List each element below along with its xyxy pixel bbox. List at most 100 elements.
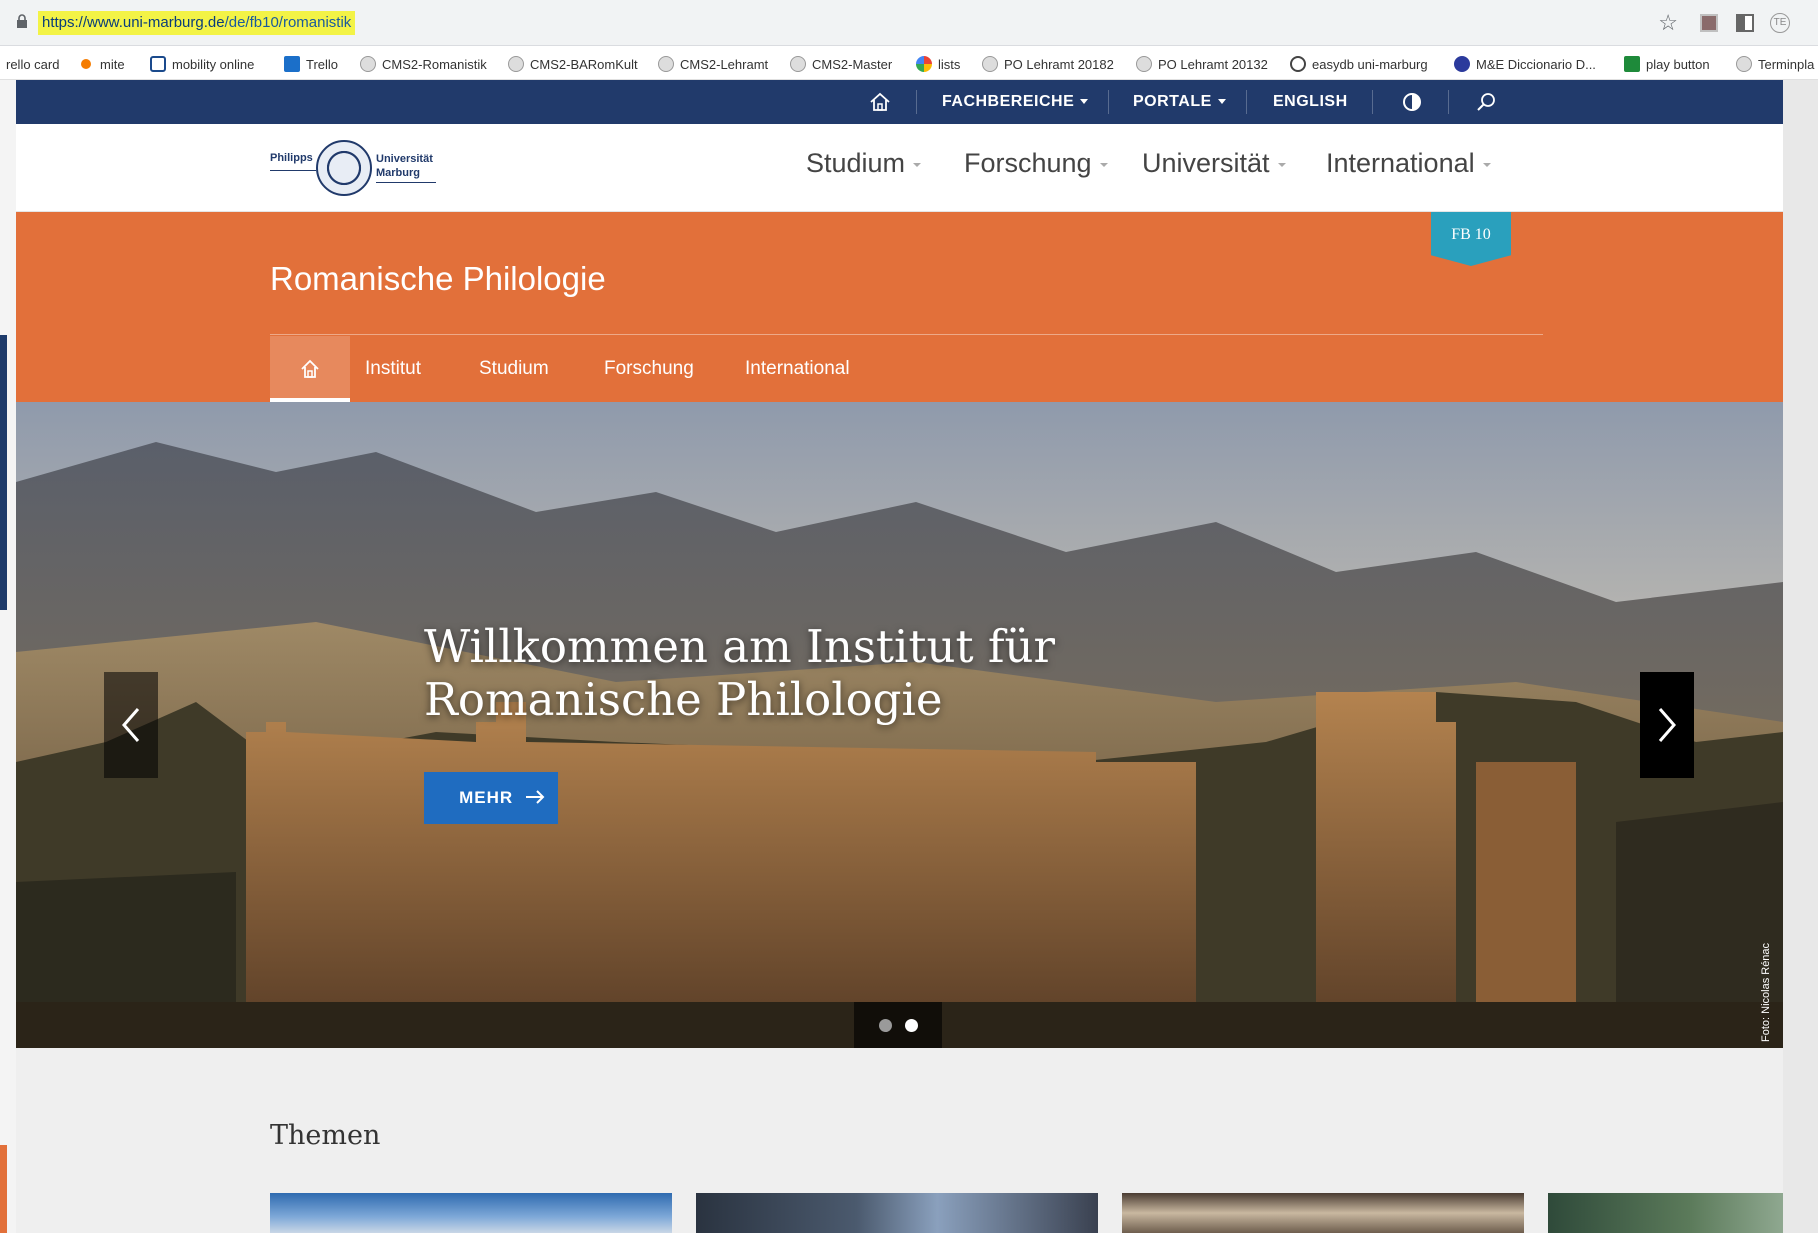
nav-fachbereiche[interactable]: FACHBEREICHE	[942, 80, 1089, 124]
logo-rule	[376, 182, 436, 183]
bookmark-item[interactable]: CMS2-Lehramt	[658, 54, 768, 74]
bookmark-star-icon[interactable]: ☆	[1658, 10, 1678, 36]
caret-down-icon	[913, 162, 922, 167]
nav-portale[interactable]: PORTALE	[1133, 80, 1226, 124]
faculty-band: Romanische Philologie FB 10 Institut Stu…	[16, 212, 1783, 438]
header-nav-forschung[interactable]: Forschung	[964, 148, 1108, 179]
bookmark-label: CMS2-BARomKult	[530, 56, 638, 72]
header-nav-universitaet[interactable]: Universität	[1142, 148, 1286, 179]
carousel-prev-button[interactable]	[104, 672, 158, 778]
photo-credit: Foto: Nicolas Rénac	[1760, 902, 1774, 1042]
header-nav-international[interactable]: International	[1326, 148, 1491, 179]
divider	[270, 334, 1543, 335]
bookmark-label: mobility online	[172, 56, 255, 72]
bookmark-item[interactable]: Terminpla	[1736, 54, 1814, 74]
scrollbar-track[interactable]	[1783, 80, 1818, 1233]
bookmark-label: CMS2-Romanistik	[382, 56, 487, 72]
home-icon	[301, 359, 319, 378]
bookmark-item[interactable]: mobility online	[150, 54, 254, 74]
bookmark-label: PO Lehramt 20182	[1004, 56, 1114, 72]
subnav-forschung[interactable]: Forschung	[604, 336, 694, 438]
cms-icon	[790, 56, 806, 72]
university-logo[interactable]: Philipps Universität Marburg	[270, 140, 450, 198]
hero-title: Willkommen am Institut für Romanische Ph…	[424, 620, 1055, 726]
bookmark-item[interactable]: PO Lehramt 20132	[1136, 54, 1268, 74]
logo-text-right: Universität Marburg	[376, 152, 433, 180]
subnav-institut[interactable]: Institut	[365, 336, 421, 438]
nav-separator	[916, 90, 917, 114]
cms-icon	[1736, 56, 1752, 72]
logo-rule	[270, 170, 316, 171]
url-domain: https://www.uni-marburg.de	[42, 14, 225, 31]
caret-down-icon	[1099, 162, 1108, 167]
bookmark-item[interactable]: CMS2-Master	[790, 54, 892, 74]
carousel-dot[interactable]	[904, 1019, 918, 1032]
url-field[interactable]: https://www.uni-marburg.de/de/fb10/roman…	[38, 11, 356, 35]
contrast-icon[interactable]	[1402, 92, 1422, 112]
bookmark-label: M&E Diccionario D...	[1476, 56, 1596, 72]
header-nav-label: International	[1326, 148, 1475, 178]
bookmark-item[interactable]: lists	[916, 54, 960, 74]
site-header: Philipps Universität Marburg Studium Fors…	[16, 124, 1783, 212]
nav-separator	[1108, 90, 1109, 114]
header-nav-label: Universität	[1142, 148, 1270, 178]
extension-icon[interactable]	[1700, 14, 1718, 32]
cms-icon	[658, 56, 674, 72]
topic-tile[interactable]	[696, 1193, 1098, 1233]
subnav-studium[interactable]: Studium	[479, 336, 549, 438]
nav-english[interactable]: ENGLISH	[1273, 80, 1348, 124]
button-label: MEHR	[459, 788, 514, 807]
search-icon[interactable]	[1476, 92, 1496, 112]
bookmark-label: CMS2-Lehramt	[680, 56, 769, 72]
orange-dot-icon	[81, 59, 91, 69]
bookmark-label: Terminpla	[1758, 56, 1815, 72]
faculty-badge[interactable]: FB 10	[1431, 212, 1511, 266]
header-nav-studium[interactable]: Studium	[806, 148, 922, 179]
extension-te-icon[interactable]: TE	[1770, 13, 1790, 33]
more-button[interactable]: MEHR	[424, 772, 558, 824]
bookmark-label: lists	[938, 56, 961, 72]
nav-label: ENGLISH	[1273, 93, 1348, 110]
bookmark-item[interactable]: play button	[1624, 54, 1710, 74]
bookmark-label: mite	[100, 56, 125, 72]
topic-tile[interactable]	[1548, 1193, 1783, 1233]
browser-address-bar: https://www.uni-marburg.de/de/fb10/roman…	[0, 0, 1818, 46]
bookmark-item[interactable]: PO Lehramt 20182	[982, 54, 1114, 74]
bookmark-item[interactable]: Trello	[284, 54, 338, 74]
carousel-indicators	[854, 1002, 942, 1048]
carousel-dot[interactable]	[878, 1019, 892, 1032]
bookmark-label: play button	[1646, 56, 1710, 72]
subnav-home[interactable]	[270, 336, 350, 402]
university-seal-icon	[316, 140, 372, 196]
reader-mode-icon[interactable]	[1736, 14, 1754, 32]
subnav-international[interactable]: International	[745, 336, 850, 438]
topic-tile[interactable]	[270, 1193, 672, 1233]
photo-credit-text: Foto: Nicolas Rénac	[1760, 942, 1772, 1042]
carousel-next-button[interactable]	[1640, 672, 1694, 778]
lock-icon	[17, 14, 27, 28]
cms-icon	[982, 56, 998, 72]
url-path: /de/fb10/romanistik	[224, 14, 352, 31]
bookmark-item[interactable]: mite	[78, 54, 125, 74]
chevron-left-icon	[122, 708, 140, 742]
nav-label: PORTALE	[1133, 93, 1212, 110]
logo-text-left: Philipps	[270, 152, 313, 164]
cms-icon	[360, 56, 376, 72]
lists-icon	[916, 56, 932, 72]
bookmark-item[interactable]: CMS2-Romanistik	[360, 54, 487, 74]
cms-icon	[1136, 56, 1152, 72]
topic-tile[interactable]	[1122, 1193, 1524, 1233]
web-page: FACHBEREICHE PORTALE ENGLISH Philipps Un…	[16, 80, 1783, 1233]
subnav-label: Studium	[479, 358, 549, 379]
nav-label: FACHBEREICHE	[942, 93, 1075, 110]
subnav-label: Institut	[365, 358, 421, 379]
mobility-icon	[150, 56, 166, 72]
bookmark-item[interactable]: CMS2-BARomKult	[508, 54, 638, 74]
logo-text-line: Universität	[376, 153, 433, 165]
bookmark-item[interactable]: easydb uni-marburg	[1290, 54, 1428, 74]
bookmark-item[interactable]: M&E Diccionario D...	[1454, 54, 1596, 74]
home-icon[interactable]	[869, 92, 891, 112]
faculty-title[interactable]: Romanische Philologie	[270, 260, 606, 298]
header-nav-label: Studium	[806, 148, 906, 178]
bookmark-item[interactable]: rello card	[6, 54, 59, 74]
